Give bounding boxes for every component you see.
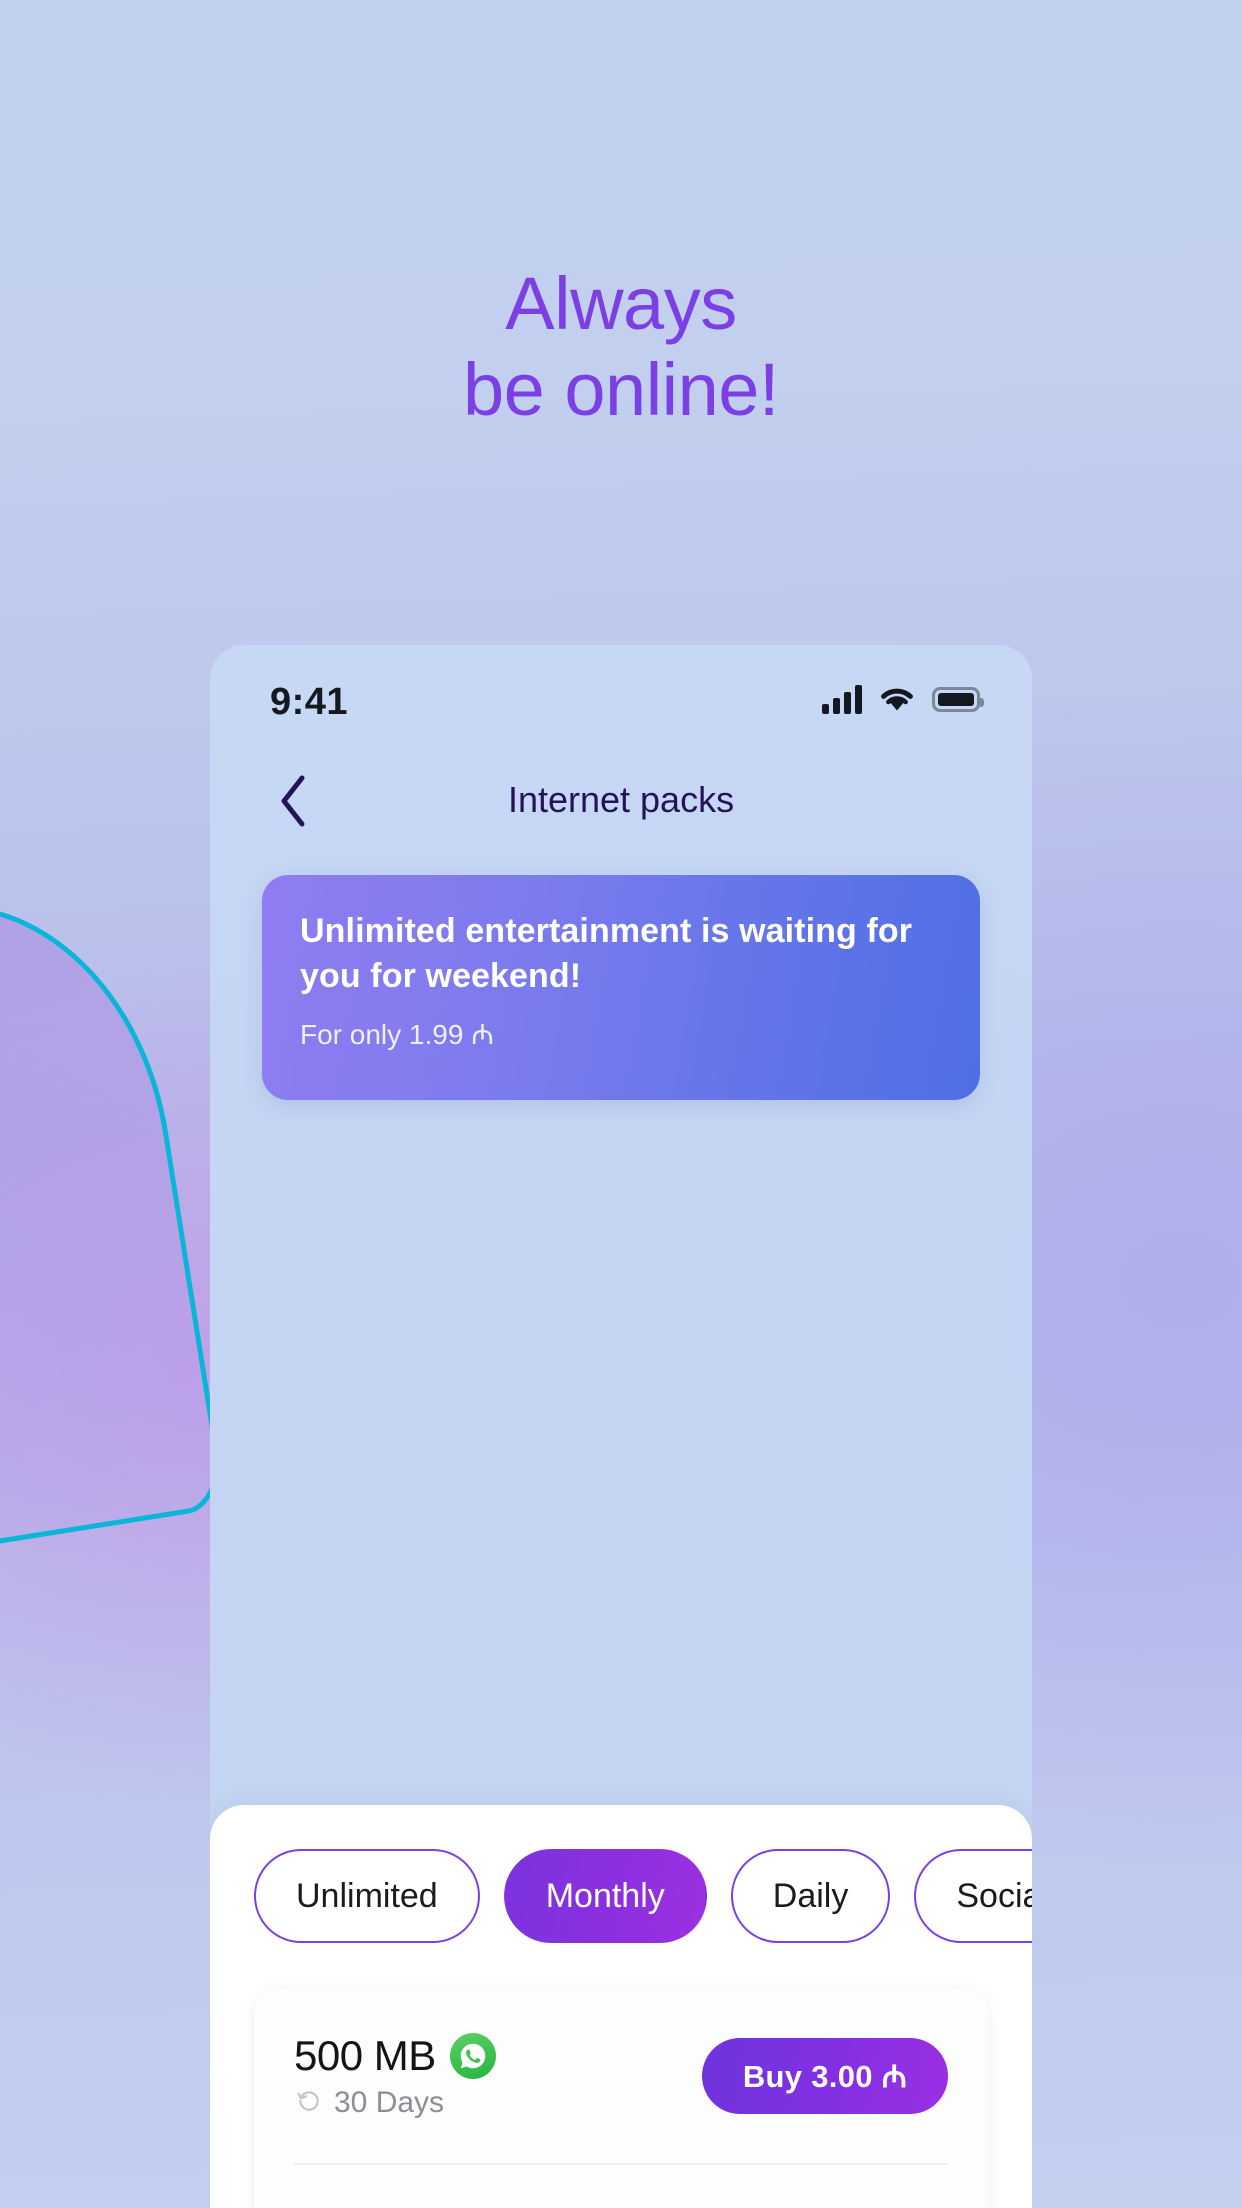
- refresh-icon: [297, 2090, 319, 2111]
- hero-line-2: be online!: [463, 347, 779, 431]
- promo-title: Unlimited entertainment is waiting for y…: [300, 912, 913, 996]
- whatsapp-icon: [449, 2033, 496, 2079]
- promo-subtitle: For only 1.99 ₼: [300, 1019, 494, 1051]
- tab-social[interactable]: Social: [914, 1849, 1032, 1943]
- pack-row: 500 MB 30 Days Buy 3.00 ₼: [294, 1989, 948, 2165]
- promo-banner[interactable]: Unlimited entertainment is waiting for y…: [262, 875, 980, 1100]
- packs-sheet: UnlimitedMonthlyDailySocial 500 MB 30 Day…: [210, 1805, 1032, 2208]
- whatsapp-glyph-icon: [460, 2043, 486, 2069]
- nav-bar: Internet packs: [210, 755, 1032, 853]
- tab-monthly[interactable]: Monthly: [503, 1849, 707, 1943]
- buy-button[interactable]: Buy 3.00 ₼: [702, 2038, 948, 2114]
- status-bar: 9:41: [210, 645, 1032, 755]
- pack-size-line: 500 MB: [294, 2032, 496, 2080]
- battery-icon: [932, 686, 984, 712]
- wifi-icon: [879, 685, 915, 713]
- pack-duration-line: 30 Days: [296, 2086, 496, 2120]
- refresh-icon: [296, 2088, 322, 2119]
- packs-list: 500 MB 30 Days Buy 3.00 ₼ 1 GB30 DaysBuy 5.…: [254, 1989, 988, 2208]
- pack-size: 500 MB: [294, 2032, 436, 2079]
- pack-info: 500 MB 30 Days: [294, 2032, 496, 2120]
- page-title: Always be online!: [0, 265, 1242, 428]
- nav-title: Internet packs: [507, 779, 735, 820]
- decorative-cyan-shape: [0, 875, 228, 1575]
- hero-line-1: Always: [505, 262, 737, 345]
- tab-unlimited[interactable]: Unlimited: [254, 1849, 480, 1943]
- status-icons: [822, 684, 984, 714]
- status-time: 9:41: [270, 681, 349, 723]
- category-tabs[interactable]: UnlimitedMonthlyDailySocial: [210, 1805, 1032, 1943]
- pack-row: 1 GB30 DaysBuy 5.00 ₼: [294, 2165, 948, 2208]
- pack-duration: 30 Days: [334, 2086, 445, 2119]
- phone-mockup: 9:41 Internet packs Unlimited entertainm…: [210, 645, 1032, 2208]
- signal-icon: [822, 684, 862, 714]
- tab-daily[interactable]: Daily: [730, 1849, 891, 1943]
